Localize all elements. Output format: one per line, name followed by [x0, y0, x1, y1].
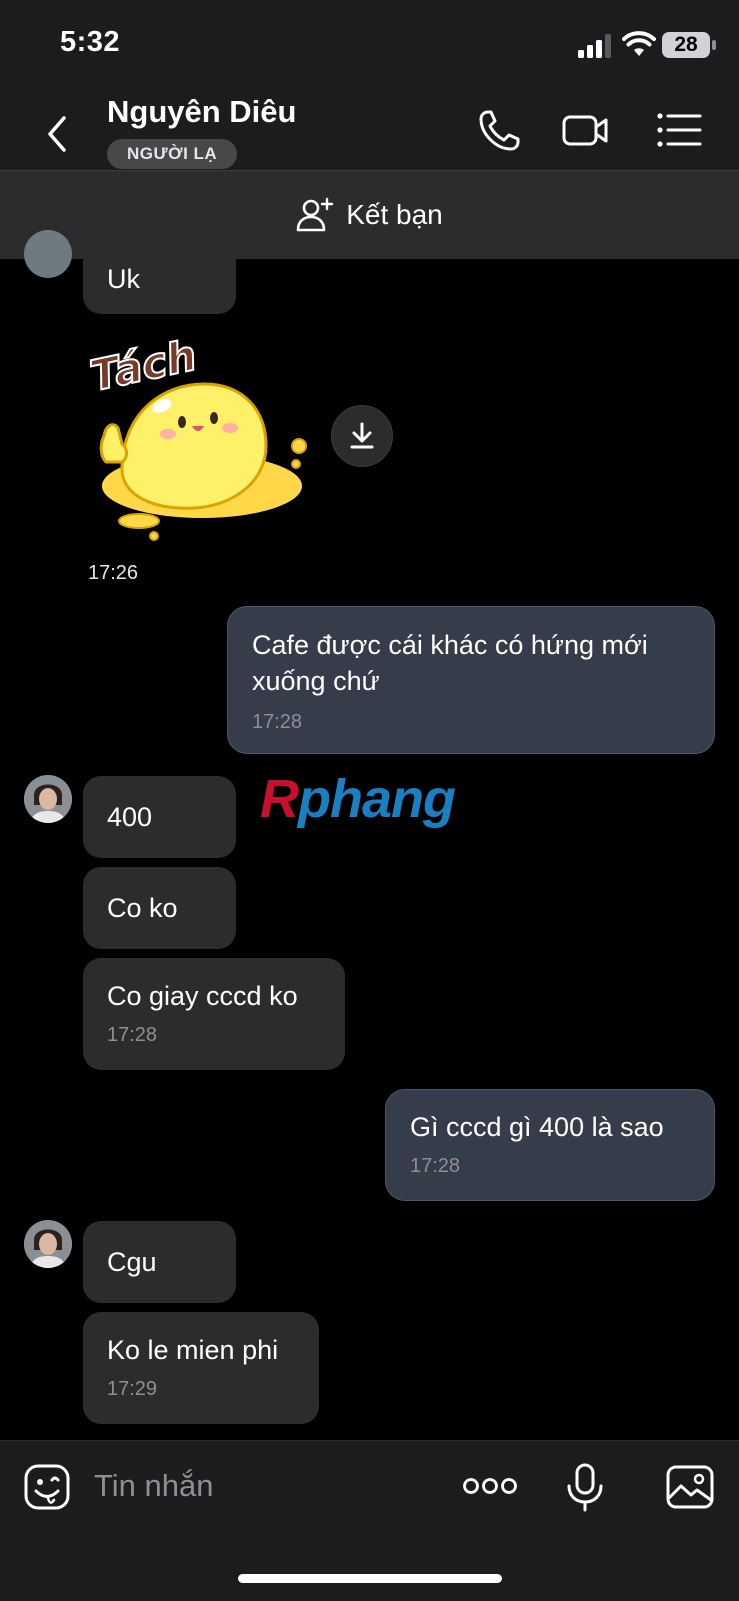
message-text: Uk — [107, 263, 140, 294]
incoming-message: Ko le mien phi 17:29 — [83, 1312, 319, 1424]
message-text: Gì cccd gì 400 là sao — [410, 1112, 664, 1142]
download-icon — [350, 422, 374, 449]
watermark-logo: Rphang — [260, 768, 456, 830]
download-button[interactable] — [331, 405, 393, 467]
incoming-message: Co ko — [83, 867, 236, 949]
message-text: Cgu — [107, 1246, 157, 1277]
incoming-message: Cgu — [83, 1221, 236, 1303]
outgoing-message: Cafe được cái khác có hứng mới xuống chứ… — [227, 606, 715, 754]
image-gallery-icon[interactable] — [665, 1462, 715, 1512]
home-indicator[interactable] — [238, 1574, 502, 1583]
message-text: Co giay cccd ko — [107, 981, 298, 1011]
stranger-badge: NGƯỜI LẠ — [107, 139, 238, 169]
add-friend-label: Kết bạn — [346, 199, 443, 230]
outgoing-message: Gì cccd gì 400 là sao 17:28 — [385, 1089, 715, 1201]
message-time: 17:28 — [410, 1155, 461, 1177]
message-text-line-1: Cafe được cái khác có hứng mới — [252, 629, 648, 660]
message-time: 17:29 — [107, 1378, 158, 1400]
message-time: 17:28 — [107, 1024, 158, 1046]
contact-name[interactable]: Nguyên Diêu — [107, 94, 296, 130]
incoming-message: 400 — [83, 776, 236, 858]
menu-list-icon[interactable] — [654, 104, 706, 156]
avatar[interactable] — [24, 230, 72, 278]
cellular-signal-icon — [578, 34, 611, 58]
message-text: Co ko — [107, 892, 178, 923]
contact-avatar-image — [24, 775, 72, 823]
avatar[interactable] — [24, 1220, 72, 1268]
status-time: 5:32 — [60, 26, 121, 58]
incoming-message: Uk — [83, 238, 236, 314]
message-time: 17:28 — [252, 710, 303, 733]
battery-level: 28 — [674, 33, 698, 56]
message-text-line-2: xuống chứ — [252, 665, 380, 696]
more-options-icon[interactable] — [462, 1474, 518, 1498]
back-arrow-icon[interactable] — [40, 112, 76, 156]
message-time: 17:26 — [88, 562, 139, 585]
avatar[interactable] — [24, 775, 72, 823]
incoming-message: Co giay cccd ko 17:28 — [83, 958, 345, 1070]
message-text: 400 — [107, 801, 153, 832]
message-text: Ko le mien phi — [107, 1335, 279, 1365]
watermark-part-2: phang — [298, 769, 456, 829]
phone-call-icon[interactable] — [474, 104, 526, 156]
wifi-icon — [622, 31, 656, 56]
message-input[interactable]: Tin nhắn — [94, 1468, 214, 1504]
sticker-image[interactable]: Tách — [84, 326, 318, 546]
microphone-icon[interactable] — [560, 1462, 610, 1512]
video-call-icon[interactable] — [560, 104, 612, 156]
emoji-sticker-icon[interactable] — [22, 1462, 72, 1512]
add-friend-icon — [296, 197, 334, 232]
watermark-part-1: R — [260, 769, 299, 829]
battery-icon: 28 — [662, 32, 716, 58]
contact-avatar-image — [24, 1220, 72, 1268]
